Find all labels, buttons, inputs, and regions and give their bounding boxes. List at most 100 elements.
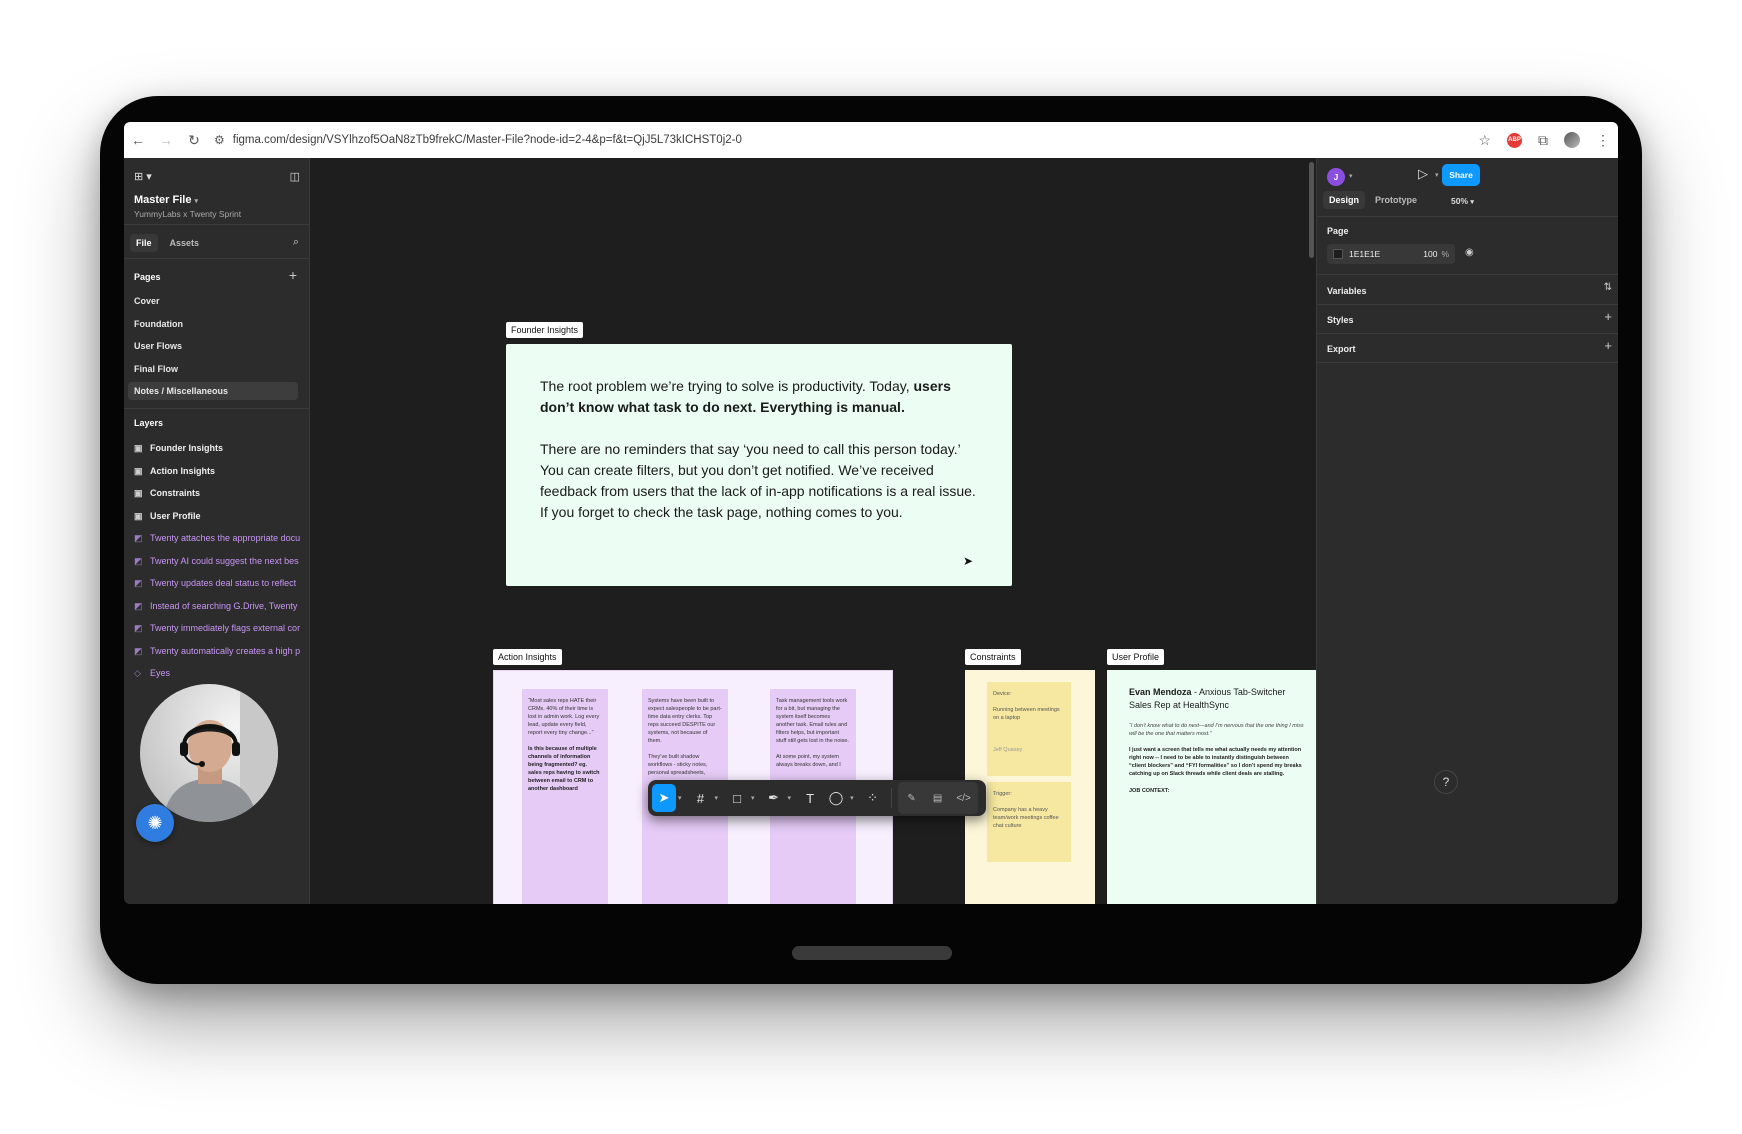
page-item-user-flows[interactable]: User Flows [128, 337, 298, 355]
forward-icon[interactable]: → [152, 132, 180, 148]
chevron-down-icon[interactable]: ▾ [788, 794, 792, 802]
page-opacity[interactable]: 100 [1423, 249, 1437, 259]
founder-paragraph-1: The root problem we’re trying to solve i… [540, 376, 978, 418]
user-profile-frame[interactable]: Evan Mendoza - Anxious Tab-Switcher Sale… [1107, 670, 1316, 904]
page-item-cover[interactable]: Cover [128, 292, 298, 310]
styles-section-title: Styles [1327, 315, 1354, 325]
address-bar[interactable]: figma.com/design/VSYlhzof5OaN8zTb9frekC/… [233, 134, 742, 146]
frame-icon: ▣ [134, 443, 143, 453]
layer-item[interactable]: ◩ Twenty updates deal status to reflect [134, 574, 310, 592]
move-tool-icon[interactable]: ➤ [652, 784, 676, 812]
sticky-note[interactable]: “Most sales reps HATE their CRMs. 40% of… [522, 689, 608, 904]
adblock-extension-icon[interactable]: ABP [1507, 132, 1522, 148]
frame-label-action-insights[interactable]: Action Insights [493, 649, 562, 665]
text-layer-icon: ◩ [134, 556, 143, 566]
zoom-dropdown[interactable]: 50% ▾ [1451, 196, 1474, 206]
variables-adjust-icon[interactable]: ⇅ [1604, 282, 1612, 293]
layer-item[interactable]: ◩ Twenty automatically creates a high p [134, 642, 310, 660]
text-layer-icon: ◩ [134, 533, 143, 543]
color-swatch[interactable] [1333, 249, 1343, 259]
chevron-down-icon[interactable]: ▾ [1349, 172, 1353, 180]
frame-label-user-profile[interactable]: User Profile [1107, 649, 1165, 665]
add-style-icon[interactable]: + [1604, 309, 1612, 324]
layer-label: Constraints [150, 488, 201, 498]
layer-item[interactable]: ◇ Eyes [134, 664, 310, 682]
bookmark-star-icon[interactable]: ☆ [1478, 132, 1491, 149]
mouse-cursor-icon: ➤ [963, 554, 974, 568]
layer-item[interactable]: ◩ Instead of searching G.Drive, Twenty [134, 597, 310, 615]
toggle-sidebar-icon[interactable]: ◫ [290, 170, 300, 184]
note-text-bold: Is this because of multiple channels of … [528, 746, 600, 792]
presenter-video [162, 684, 278, 822]
persona-need: I just want a screen that tells me what … [1129, 747, 1302, 777]
extensions-puzzle-icon[interactable]: ⧉ [1538, 132, 1548, 149]
page-background-field[interactable]: 1E1E1E 100 % [1327, 244, 1455, 264]
search-icon[interactable]: ⌕ [293, 236, 299, 249]
layer-label: Twenty immediately flags external cor [150, 623, 301, 633]
divider [1317, 333, 1618, 334]
figma-main-menu-icon[interactable]: ⊞ ▾ [134, 170, 152, 184]
layer-label: Twenty updates deal status to reflect [150, 578, 297, 588]
settings-fab-button[interactable]: ✺ [136, 804, 174, 842]
frame-icon: ▣ [134, 488, 143, 498]
layer-item[interactable]: ◩ Twenty AI could suggest the next bes [134, 552, 310, 570]
layer-item[interactable]: ◩ Twenty immediately flags external cor [134, 619, 310, 637]
note-text: They’ve built shadow workflows - sticky … [648, 754, 708, 776]
variables-section-title[interactable]: Variables [1327, 286, 1367, 296]
frame-label-constraints[interactable]: Constraints [965, 649, 1021, 665]
sticky-note[interactable]: Trigger: Company has a heavy team/work m… [987, 782, 1071, 862]
dev-mode-icon[interactable]: </> [952, 784, 976, 812]
chevron-down-icon[interactable]: ▾ [678, 794, 682, 802]
layer-item[interactable]: ▣ Action Insights [134, 462, 310, 480]
share-button[interactable]: Share [1442, 164, 1480, 186]
browser-menu-icon[interactable]: ⋮ [1596, 132, 1610, 149]
page-color-hex[interactable]: 1E1E1E [1349, 249, 1423, 259]
design-canvas[interactable]: Founder Insights The root problem we’re … [311, 158, 1316, 904]
chevron-down-icon[interactable]: ▾ [1435, 171, 1439, 179]
design-mode-icon[interactable]: ▤ [926, 784, 950, 812]
layer-label: Founder Insights [150, 443, 223, 453]
layer-item[interactable]: ◩ Twenty attaches the appropriate docu [134, 529, 310, 547]
page-item-notes[interactable]: Notes / Miscellaneous [128, 382, 298, 400]
comment-tool-icon[interactable]: ◯ [824, 784, 848, 812]
back-icon[interactable]: ← [124, 132, 152, 148]
text-layer-icon: ◩ [134, 578, 143, 588]
sticky-note[interactable]: Device: Running between meetings on a la… [987, 682, 1071, 776]
tab-file[interactable]: File [130, 234, 158, 252]
chevron-down-icon: ▾ [1470, 199, 1474, 206]
pen-tool-icon[interactable]: ✒ [762, 784, 786, 812]
layer-item[interactable]: ▣ Founder Insights [134, 439, 310, 457]
layer-item[interactable]: ▣ Constraints [134, 484, 310, 502]
component-icon: ◇ [134, 668, 141, 678]
tab-assets[interactable]: Assets [164, 234, 206, 252]
user-avatar[interactable]: J [1327, 168, 1345, 186]
draw-mode-icon[interactable]: ✎ [900, 784, 924, 812]
chevron-down-icon[interactable]: ▾ [715, 794, 719, 802]
tab-design[interactable]: Design [1323, 191, 1366, 209]
browser-profile-avatar[interactable] [1564, 132, 1580, 148]
present-play-icon[interactable]: ▷ [1418, 166, 1428, 182]
bottom-toolbar: ➤ ▾ # ▾ □ ▾ ✒ ▾ T ◯ ▾ ⁘ ✎ ▤ </> [648, 780, 986, 816]
founder-insights-frame[interactable]: The root problem we’re trying to solve i… [506, 344, 1012, 586]
file-name[interactable]: Master File ▾ [134, 194, 198, 206]
eye-visibility-icon[interactable]: ◉ [1465, 247, 1474, 258]
note-text: Task management tools work for a bit, bu… [776, 698, 849, 744]
vertical-scrollbar[interactable] [1309, 162, 1314, 258]
add-page-icon[interactable]: + [289, 267, 297, 283]
export-section-title: Export [1327, 344, 1356, 354]
reload-icon[interactable]: ↻ [180, 132, 208, 149]
tab-prototype[interactable]: Prototype [1369, 191, 1423, 209]
chevron-down-icon[interactable]: ▾ [850, 794, 854, 802]
site-settings-icon[interactable]: ⚙ [214, 133, 225, 147]
actions-tool-icon[interactable]: ⁘ [861, 784, 885, 812]
layer-item[interactable]: ▣ User Profile [134, 507, 310, 525]
page-item-foundation[interactable]: Foundation [128, 315, 298, 333]
text-tool-icon[interactable]: T [798, 784, 822, 812]
page-item-final-flow[interactable]: Final Flow [128, 360, 298, 378]
frame-tool-icon[interactable]: # [689, 784, 713, 812]
help-button[interactable]: ? [1434, 770, 1458, 794]
add-export-icon[interactable]: + [1604, 338, 1612, 353]
chevron-down-icon[interactable]: ▾ [751, 794, 755, 802]
rectangle-tool-icon[interactable]: □ [725, 784, 749, 812]
frame-label-founder-insights[interactable]: Founder Insights [506, 322, 584, 338]
